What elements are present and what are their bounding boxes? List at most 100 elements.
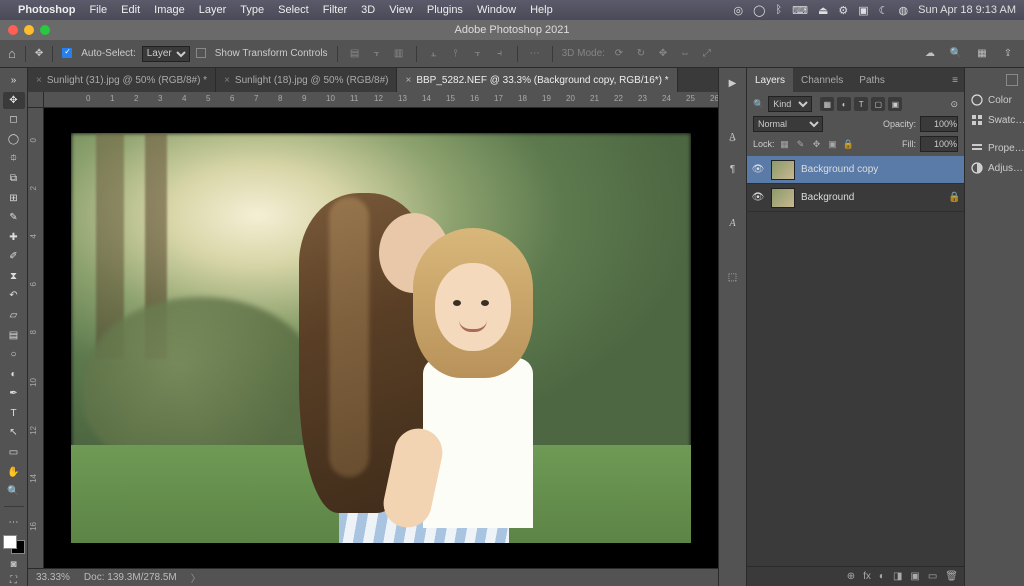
menu-type[interactable]: Type xyxy=(240,4,264,16)
frame-tool[interactable]: ⊞ xyxy=(3,189,25,207)
screenmode-icon[interactable]: ⛶ xyxy=(7,575,21,586)
layer-thumbnail[interactable] xyxy=(771,160,795,180)
menu-view[interactable]: View xyxy=(389,4,413,16)
heal-tool[interactable]: ✚ xyxy=(3,229,25,247)
close-tab-icon[interactable]: × xyxy=(36,75,42,86)
blur-tool[interactable]: ○ xyxy=(3,346,25,364)
document-tab[interactable]: ×Sunlight (31).jpg @ 50% (RGB/8#) * xyxy=(28,68,216,92)
status-menu-icon[interactable]: 〉 xyxy=(191,570,201,585)
menu-window[interactable]: Window xyxy=(477,4,516,16)
filter-toggle[interactable]: ⊙ xyxy=(950,99,958,110)
blend-mode[interactable]: Normal xyxy=(753,116,823,132)
more-align-icon[interactable]: ⋯ xyxy=(527,46,543,62)
menu-3d[interactable]: 3D xyxy=(361,4,375,16)
zoom-tool[interactable]: 🔍 xyxy=(3,483,25,501)
align-right-icon[interactable]: ▥ xyxy=(391,46,407,62)
new-layer-icon[interactable]: ▭ xyxy=(928,571,937,582)
status-icon[interactable]: ⌨ xyxy=(792,4,808,17)
home-button[interactable]: ⌂ xyxy=(8,46,16,61)
filter-adjust-icon[interactable]: ◐ xyxy=(837,97,851,111)
ruler-origin[interactable] xyxy=(28,92,44,108)
cloud-icon[interactable]: ☁ xyxy=(922,46,938,62)
crop-tool[interactable]: ⧉ xyxy=(3,170,25,188)
show-transform-checkbox[interactable] xyxy=(196,48,209,59)
foreground-color[interactable] xyxy=(3,535,17,549)
menu-edit[interactable]: Edit xyxy=(121,4,140,16)
share-icon[interactable]: ⇪ xyxy=(1000,46,1016,62)
fill-value[interactable] xyxy=(920,136,958,152)
adjustment-layer-icon[interactable]: ◨ xyxy=(893,571,902,582)
adjustments-panel[interactable]: Adjus… xyxy=(965,158,1024,178)
layer-mask-icon[interactable]: ◐ xyxy=(879,571,885,582)
eraser-tool[interactable]: ▱ xyxy=(3,307,25,325)
doc-size[interactable]: Doc: 139.3M/278.5M xyxy=(84,572,177,583)
zoom-value[interactable]: 33.33% xyxy=(36,572,70,583)
status-icon[interactable]: ᛒ xyxy=(775,4,782,16)
ruler-horizontal[interactable]: 0123456789101112131415161718192021222324… xyxy=(28,92,718,108)
link-layers-icon[interactable]: ⊕ xyxy=(847,571,855,582)
auto-select-target[interactable]: Layer xyxy=(142,46,190,62)
color-swatches[interactable] xyxy=(3,535,25,554)
hand-tool[interactable]: ✋ xyxy=(3,463,25,481)
layer-row[interactable]: 👁 Background 🔒 xyxy=(747,184,964,212)
layer-fx-icon[interactable]: fx xyxy=(863,571,871,582)
filter-search-icon[interactable]: 🔍 xyxy=(753,99,764,110)
status-icon[interactable]: ◎ xyxy=(734,4,744,17)
lock-transparency-icon[interactable]: ▦ xyxy=(779,138,791,150)
path-tool[interactable]: ↖ xyxy=(3,424,25,442)
panel-collapse-icon[interactable] xyxy=(1006,74,1018,86)
lock-position-icon[interactable]: ✥ xyxy=(811,138,823,150)
distribute-bottom-icon[interactable]: ⫟ xyxy=(470,46,486,62)
menu-plugins[interactable]: Plugins xyxy=(427,4,463,16)
glyphs-panel-icon[interactable]: A xyxy=(724,214,742,232)
visibility-icon[interactable]: 👁 xyxy=(751,164,765,175)
status-icon[interactable]: ▣ xyxy=(858,4,868,17)
layer-name[interactable]: Background xyxy=(801,192,854,203)
character-panel-icon[interactable]: A̲ xyxy=(724,128,742,146)
align-center-icon[interactable]: ⫟ xyxy=(369,46,385,62)
play-action-icon[interactable]: ▶ xyxy=(724,74,742,92)
properties-panel[interactable]: Prope… xyxy=(965,138,1024,158)
auto-select-checkbox[interactable] xyxy=(62,48,75,59)
menu-filter[interactable]: Filter xyxy=(323,4,347,16)
swatches-panel[interactable]: Swatc… xyxy=(965,110,1024,130)
visibility-icon[interactable]: 👁 xyxy=(751,192,765,203)
layer-thumbnail[interactable] xyxy=(771,188,795,208)
type-tool[interactable]: T xyxy=(3,405,25,423)
status-icon[interactable]: ⚙ xyxy=(838,4,848,17)
lock-icon[interactable]: 🔒 xyxy=(948,192,960,203)
shape-tool[interactable]: ▭ xyxy=(3,444,25,462)
menu-help[interactable]: Help xyxy=(530,4,553,16)
status-icon[interactable]: ◯ xyxy=(753,4,765,17)
marquee-tool[interactable]: ◻ xyxy=(3,111,25,129)
lock-all-icon[interactable]: 🔒 xyxy=(843,138,855,150)
edit-toolbar[interactable]: ⋯ xyxy=(3,513,25,531)
lock-pixels-icon[interactable]: ✎ xyxy=(795,138,807,150)
search-icon[interactable]: 🔍 xyxy=(948,46,964,62)
toolbar-toggle[interactable]: » xyxy=(3,72,25,90)
group-layers-icon[interactable]: ▣ xyxy=(910,571,919,582)
workspace-icon[interactable]: ▦ xyxy=(974,46,990,62)
filter-shape-icon[interactable]: ▢ xyxy=(871,97,885,111)
brush-tool[interactable]: ✐ xyxy=(3,248,25,266)
selection-tool[interactable]: ⯐ xyxy=(3,150,25,168)
status-icon[interactable]: ☾ xyxy=(879,4,889,17)
lock-artboard-icon[interactable]: ▣ xyxy=(827,138,839,150)
quickmask-icon[interactable]: ◙ xyxy=(7,559,21,570)
3d-panel-icon[interactable]: ⬚ xyxy=(724,268,742,286)
distribute-vcenter-icon[interactable]: ⫯ xyxy=(448,46,464,62)
opacity-value[interactable] xyxy=(920,116,958,132)
menu-select[interactable]: Select xyxy=(278,4,309,16)
distribute-left-icon[interactable]: ⫞ xyxy=(492,46,508,62)
filter-smart-icon[interactable]: ▣ xyxy=(888,97,902,111)
pen-tool[interactable]: ✒ xyxy=(3,385,25,403)
menu-layer[interactable]: Layer xyxy=(199,4,227,16)
lasso-tool[interactable]: ◯ xyxy=(3,131,25,149)
filter-type-icon[interactable]: T xyxy=(854,97,868,111)
tab-channels[interactable]: Channels xyxy=(793,68,851,92)
tab-paths[interactable]: Paths xyxy=(851,68,893,92)
menu-image[interactable]: Image xyxy=(154,4,185,16)
distribute-top-icon[interactable]: ⫠ xyxy=(426,46,442,62)
minimize-button[interactable] xyxy=(24,25,34,35)
status-icon[interactable]: ⏏ xyxy=(818,4,828,17)
